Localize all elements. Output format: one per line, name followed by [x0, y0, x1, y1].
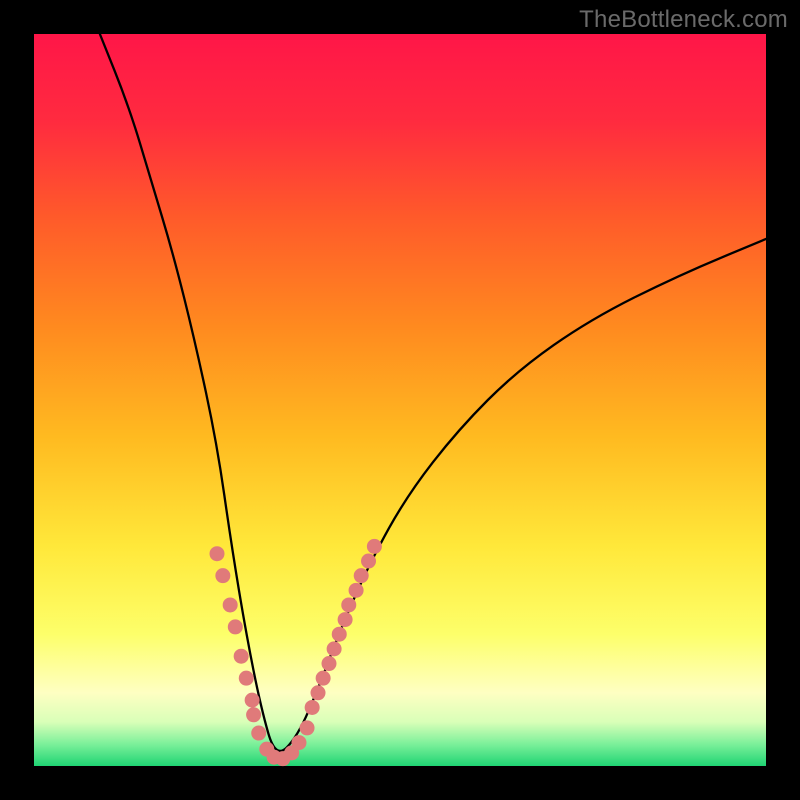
marker-dot	[305, 700, 320, 715]
marker-dot	[338, 612, 353, 627]
marker-dot	[354, 568, 369, 583]
marker-dot	[341, 597, 356, 612]
marker-dot	[210, 546, 225, 561]
marker-dot	[291, 735, 306, 750]
plot-area	[34, 34, 766, 766]
marker-dot	[228, 619, 243, 634]
marker-dot	[332, 627, 347, 642]
marker-dot	[349, 583, 364, 598]
marker-dot	[223, 597, 238, 612]
marker-dot	[251, 726, 266, 741]
marker-dot	[215, 568, 230, 583]
marker-dot	[316, 671, 331, 686]
outer-frame: TheBottleneck.com	[0, 0, 800, 800]
marker-dot	[327, 641, 342, 656]
bottleneck-curve	[100, 34, 766, 751]
marker-dot	[321, 656, 336, 671]
marker-dot	[361, 554, 376, 569]
marker-dot	[311, 685, 326, 700]
marker-dot	[245, 693, 260, 708]
marker-dot	[239, 671, 254, 686]
curve-svg	[34, 34, 766, 766]
watermark-text: TheBottleneck.com	[579, 6, 788, 34]
marker-dot	[234, 649, 249, 664]
marker-dot	[367, 539, 382, 554]
marker-dot	[300, 720, 315, 735]
marker-dot	[246, 707, 261, 722]
